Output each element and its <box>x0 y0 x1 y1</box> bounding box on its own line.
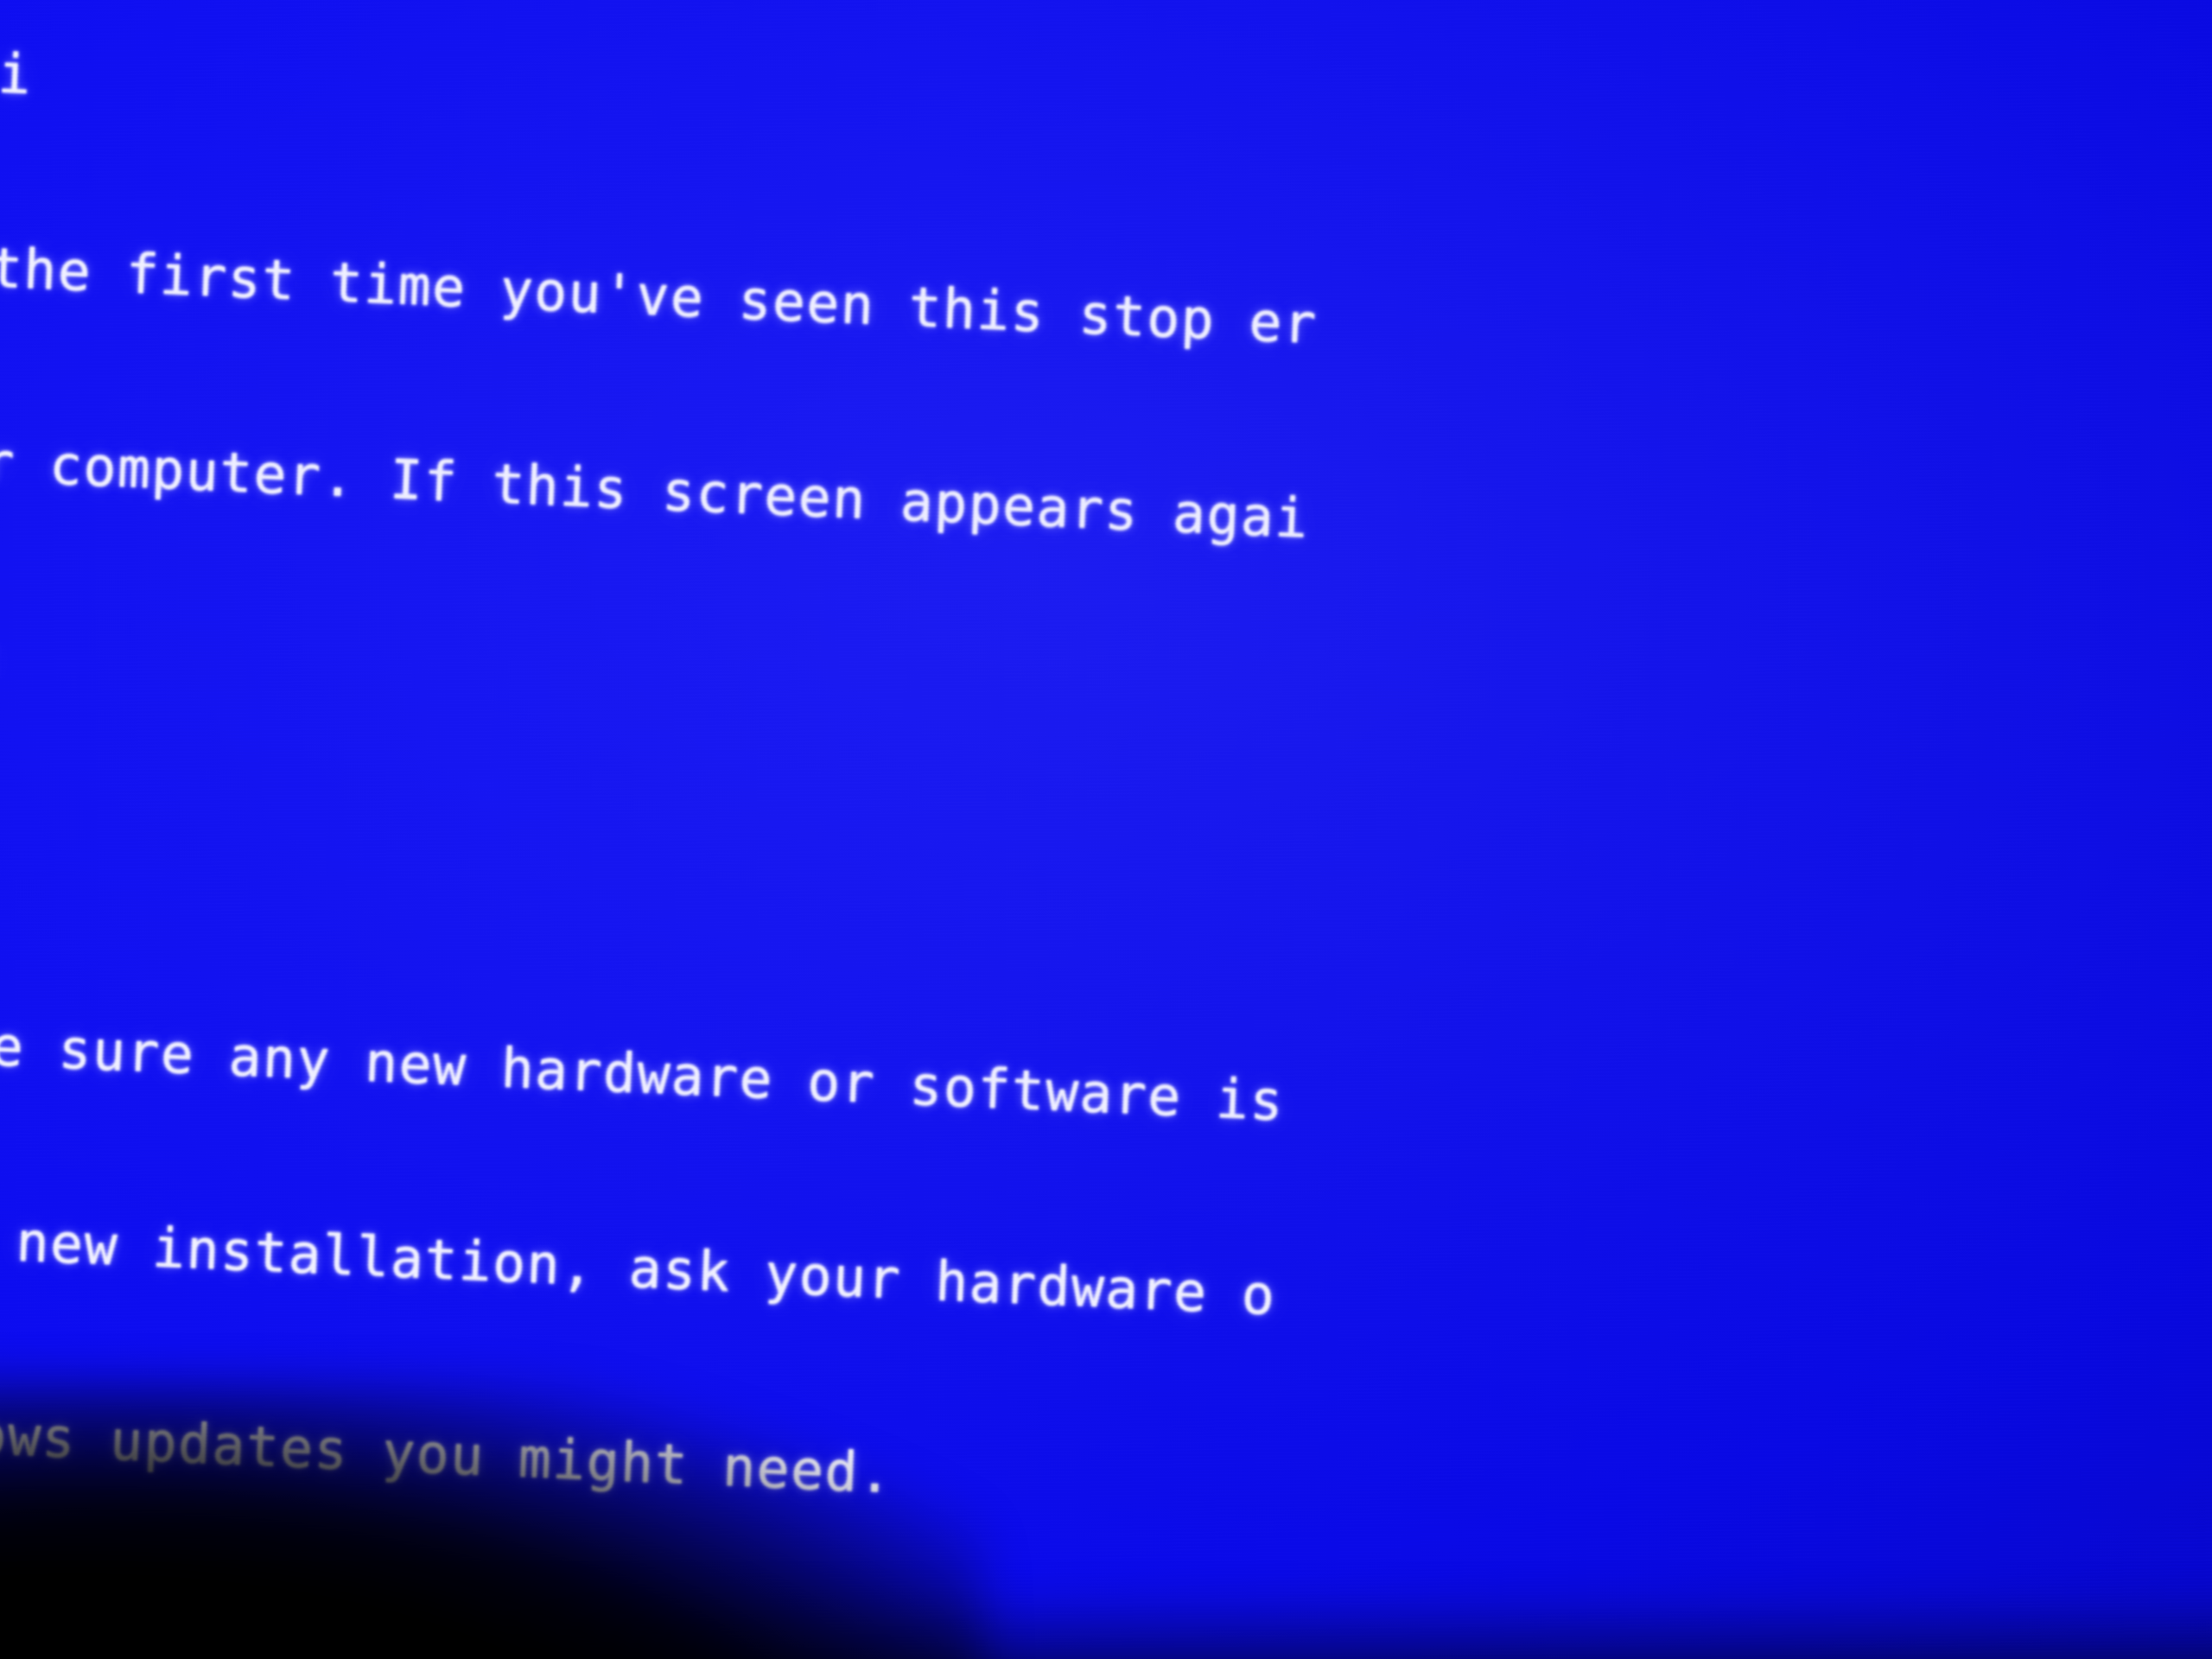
text-line-first-time: his is the first time you've seen this s… <box>0 236 1319 357</box>
text-line-follow-steps: e steps: <box>0 617 9 690</box>
text-line-restart-computer: art your computer. If this screen appear… <box>0 426 1311 550</box>
text-line-new-installation: his is a new installation, ask your hard… <box>15 1210 1277 1328</box>
monitor-screen: during i his is the first time you've se… <box>0 0 2212 1659</box>
text-line-windows-updates: any windows updates you might need. <box>0 1397 894 1506</box>
text-line-top-clipped: during i <box>0 41 34 107</box>
text-line-check-hardware: k to make sure any new hardware or softw… <box>0 1010 1286 1134</box>
stop-error-text-block: during i his is the first time you've se… <box>0 0 2212 1659</box>
camera-haze-overlay <box>0 0 2212 1659</box>
text-line-spacer-2 <box>0 1585 2212 1659</box>
bsod-photograph: during i his is the first time you've se… <box>0 0 2212 1659</box>
scanline-overlay <box>0 0 2212 1659</box>
text-line-spacer-1 <box>0 808 2212 987</box>
